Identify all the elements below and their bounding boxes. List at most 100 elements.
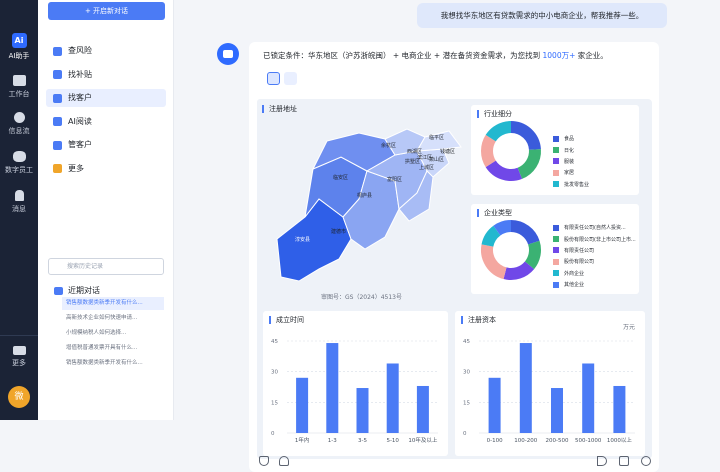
legend-swatch	[553, 270, 559, 277]
map-label: 西湖区	[407, 148, 422, 155]
capital-bar[interactable]	[519, 343, 532, 433]
region-map: 余杭区 临平区 西湖区 拱墅区 钱塘区 上城区 滨江区 萧山区 富阳区 桐庐县 …	[276, 128, 462, 282]
founded-xtick: 1-3	[328, 438, 337, 444]
company-slice[interactable]	[503, 261, 535, 280]
map-label: 桐庐县	[357, 192, 372, 199]
chat-area: 我想找华东地区有贷款需求的中小电商企业，帮我推荐一些。 已锁定条件：华东地区（沪…	[175, 0, 720, 472]
compass-icon	[13, 112, 25, 123]
capital-bar[interactable]	[613, 385, 626, 433]
recent-item[interactable]: 增值税普通发票开具有什么...	[62, 342, 164, 355]
legend-label: 服装	[564, 158, 575, 165]
thumbs-up-icon[interactable]	[259, 456, 269, 466]
bot-avatar-icon	[217, 43, 239, 65]
founded-bar[interactable]	[296, 377, 309, 433]
founded-bar[interactable]	[416, 385, 429, 433]
rail-feed[interactable]: 信息流	[0, 112, 38, 136]
company-slice[interactable]	[524, 240, 541, 270]
recent-item[interactable]: 高新技术企业如何快速申请...	[62, 312, 164, 325]
recent-item[interactable]: 销售额数据类新季开发有什么...	[62, 357, 164, 370]
company-slice[interactable]	[493, 220, 512, 236]
rail-more[interactable]: 更多	[0, 346, 38, 368]
industry-slice[interactable]	[517, 149, 541, 179]
answer-count: 1000万+	[542, 51, 576, 60]
capital-bar[interactable]	[551, 388, 563, 433]
industry-legend-item: 日化	[553, 144, 589, 155]
refresh-icon[interactable]	[641, 456, 651, 466]
capital-chart-panel: 注册资本 万元 0 15 30 45 0-100 100-200 200-500 500-10…	[455, 311, 645, 456]
rail-label: 数字员工	[5, 166, 33, 174]
recent-item[interactable]: 销售额数据类新季开发有什么...	[62, 297, 164, 310]
sidebar-item-label: 找客户	[68, 93, 92, 102]
company-legend: 有限责任公司(自然人投资... 股份有限公司(非上市公司上市... 有限责任公司 股份…	[553, 222, 636, 290]
new-chat-button[interactable]: + 开启新对话	[48, 2, 165, 20]
industry-slice[interactable]	[510, 121, 541, 151]
legend-label: 批发零售业	[564, 181, 590, 188]
map-label: 钱塘区	[440, 148, 455, 155]
sidebar-item-find-customers[interactable]: 找客户	[46, 89, 166, 107]
founded-bar[interactable]	[386, 363, 399, 433]
rail-messages[interactable]: 消息	[0, 190, 38, 214]
shield-icon	[53, 46, 62, 56]
sidebar-item-manage-customers[interactable]: 管客户	[46, 136, 166, 154]
capital-xtick: 0-100	[487, 438, 503, 444]
list-view-icon[interactable]	[284, 72, 297, 85]
legend-label: 食品	[564, 136, 575, 143]
avatar[interactable]: 微	[8, 386, 30, 408]
founded-xtick: 10年及以上	[408, 436, 437, 444]
sidebar-item-ai-reading[interactable]: AI阅读	[46, 113, 166, 131]
industry-slice[interactable]	[481, 134, 497, 168]
founded-ytick: 45	[271, 339, 278, 345]
rail-divider	[0, 335, 38, 336]
rail-label: 工作台	[8, 90, 30, 98]
company-slice[interactable]	[510, 220, 540, 245]
company-slice[interactable]	[481, 225, 501, 248]
company-slice[interactable]	[481, 244, 507, 280]
rail-ai-assistant[interactable]: Ai AI助手	[0, 33, 38, 61]
share-icon[interactable]	[597, 456, 607, 466]
founded-bar[interactable]	[326, 343, 339, 433]
industry-donut	[481, 121, 541, 181]
legend-swatch	[553, 281, 559, 288]
sidebar-item-label: 查风险	[68, 46, 92, 55]
thumbs-down-icon[interactable]	[279, 456, 289, 466]
rail-digital-staff[interactable]: 数字员工	[0, 151, 38, 175]
history-search-input[interactable]: 搜索历史记录	[48, 258, 164, 275]
grid-icon	[53, 164, 62, 173]
sidebar-item-risk[interactable]: 查风险	[46, 42, 166, 60]
recent-item[interactable]: 小规模纳税人如何选择...	[62, 327, 164, 340]
sidebar-item-more[interactable]: 更多	[46, 160, 166, 178]
legend-label: 有限责任公司(自然人投资...	[564, 225, 626, 232]
capital-xtick: 100-200	[514, 438, 537, 444]
legend-swatch	[553, 181, 559, 188]
legend-label: 股份有限公司	[564, 259, 595, 266]
capital-bar[interactable]	[582, 363, 595, 433]
person-view-icon[interactable]	[267, 72, 280, 85]
company-panel: 企业类型 有限责任公司(自然人投资... 股份有限公司(非上市公司上市... 有限责…	[471, 204, 639, 294]
legend-label: 家居	[564, 170, 575, 177]
map-label: 临安区	[333, 174, 348, 181]
map-region-linping[interactable]	[416, 130, 462, 152]
capital-bar-chart: 0 15 30 45 0-100 100-200 200-500 500-1000 1000以上	[463, 339, 635, 444]
founded-bar[interactable]	[356, 388, 369, 433]
founded-ytick: 30	[271, 370, 278, 376]
capital-xtick: 500-1000	[575, 438, 602, 444]
sidebar-item-subsidy[interactable]: 找补贴	[46, 66, 166, 84]
industry-slice[interactable]	[485, 121, 512, 142]
legend-swatch	[553, 236, 559, 243]
industry-legend-item: 服装	[553, 156, 589, 167]
sidebar-item-label: 管客户	[68, 140, 92, 149]
founded-xtick: 3-5	[358, 438, 367, 444]
founded-xtick: 5-10	[386, 438, 399, 444]
capital-ytick: 30	[463, 370, 470, 376]
answer-card: 已锁定条件：华东地区（沪苏浙皖闽） + 电商企业 + 潜在备货资金需求，为您找到…	[249, 42, 659, 472]
legend-swatch	[553, 224, 559, 231]
founded-chart-panel: 成立时间 0 15 30 45 1年内 1-3 3-5 5-10 10年及以上	[263, 311, 448, 456]
industry-slice[interactable]	[485, 160, 523, 181]
rail-workbench[interactable]: 工作台	[0, 75, 38, 99]
industry-legend-item: 食品	[553, 133, 589, 144]
industry-legend-item: 批发零售业	[553, 179, 589, 190]
company-legend-item: 有限责任公司(自然人投资...	[553, 222, 636, 233]
legend-swatch	[553, 258, 559, 265]
copy-icon[interactable]	[619, 456, 629, 466]
capital-bar[interactable]	[488, 377, 501, 433]
